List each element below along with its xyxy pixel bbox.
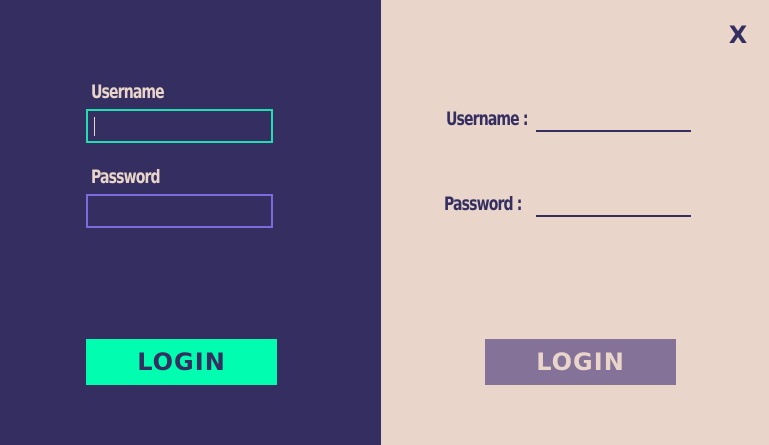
- username-input[interactable]: [86, 109, 273, 143]
- login-button-alt[interactable]: LOGIN: [485, 339, 676, 385]
- login-screen: Username Password LOGIN X Username : Pas…: [0, 0, 769, 445]
- close-button[interactable]: X: [728, 21, 748, 49]
- right-login-panel: X Username : Password : LOGIN: [381, 0, 769, 445]
- password-underline-input[interactable]: [536, 215, 691, 217]
- username-underline-input[interactable]: [536, 130, 691, 132]
- password-label-alt: Password :: [444, 193, 522, 215]
- username-label-alt: Username :: [446, 108, 528, 130]
- password-input[interactable]: [86, 194, 273, 228]
- username-label: Username: [91, 81, 165, 103]
- close-icon: X: [728, 21, 748, 49]
- login-button[interactable]: LOGIN: [86, 339, 277, 385]
- password-label: Password: [91, 166, 161, 188]
- left-login-panel: Username Password LOGIN: [0, 0, 381, 445]
- text-cursor: [94, 117, 95, 136]
